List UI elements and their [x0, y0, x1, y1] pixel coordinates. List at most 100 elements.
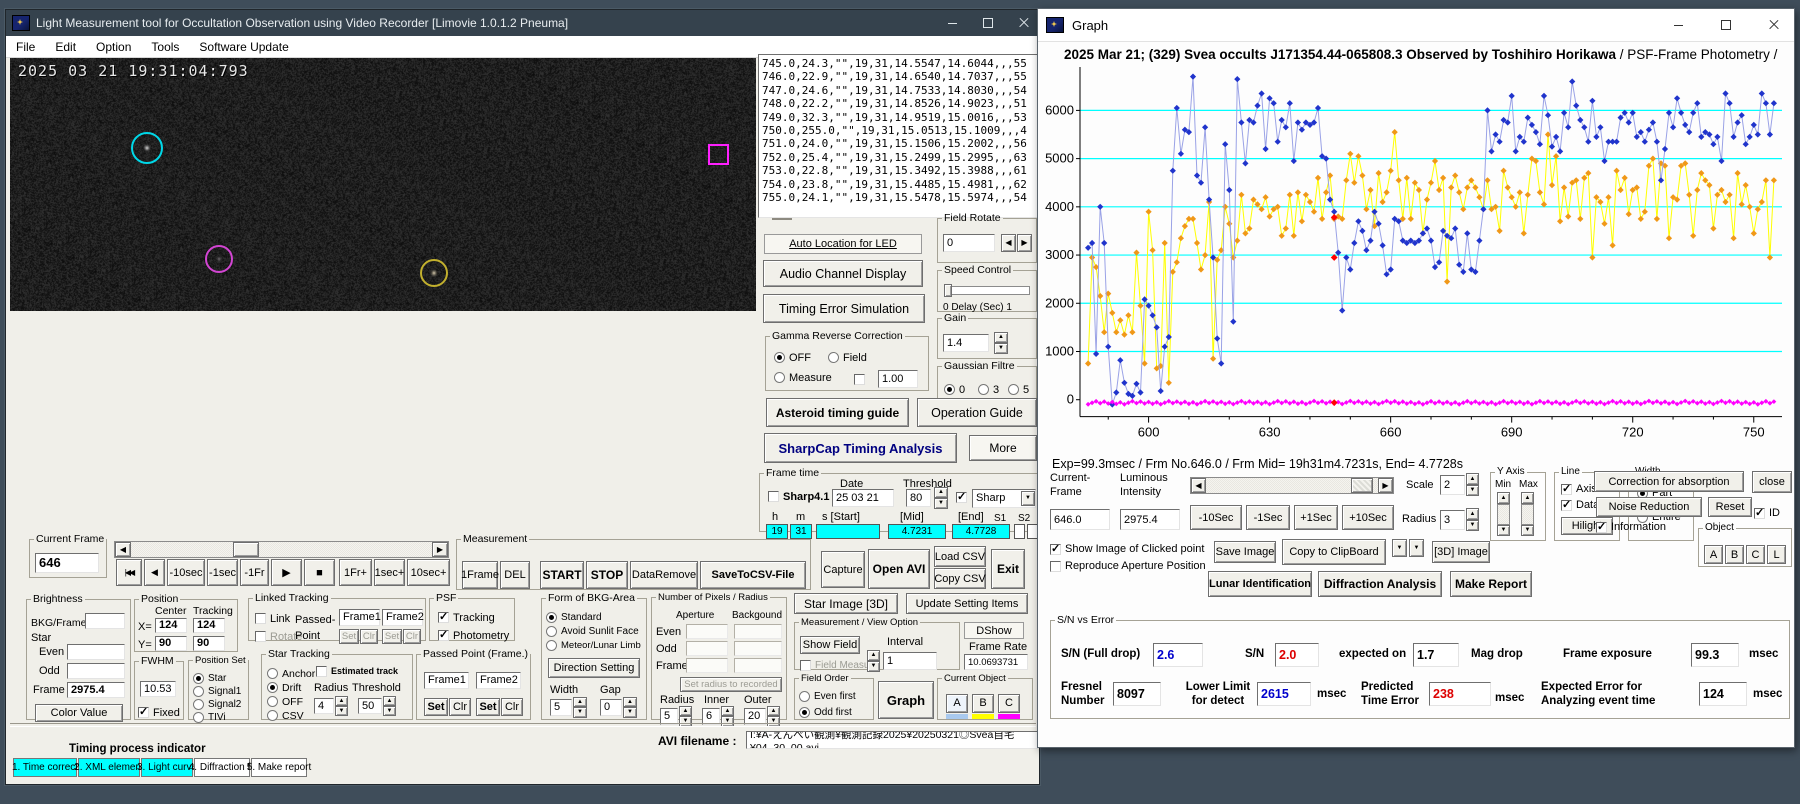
- even-first-radio[interactable]: Even first: [799, 691, 856, 702]
- direction-setting-button[interactable]: Direction Setting: [548, 658, 640, 678]
- id-checkbox[interactable]: ID: [1754, 507, 1780, 519]
- current-frame-field[interactable]: 646: [35, 553, 99, 573]
- list-row[interactable]: 753.0,22.8,"",19,31,15.3492,15.3988,,,61: [762, 164, 1040, 177]
- one-frame-button[interactable]: 1Frame: [462, 561, 498, 589]
- line-axis-checkbox[interactable]: Axis: [1561, 483, 1597, 495]
- auto-location-led-button[interactable]: Auto Location for LED: [764, 234, 922, 254]
- lunar-identification-button[interactable]: Lunar Identification: [1208, 571, 1312, 597]
- posset-star-radio[interactable]: Star: [193, 673, 226, 684]
- object-c-button[interactable]: C: [998, 694, 1020, 713]
- date-field[interactable]: 25 03 21: [832, 489, 894, 507]
- plus-10sec-graph-button[interactable]: +10Sec: [1342, 505, 1394, 530]
- sharp-enable-checkbox[interactable]: [956, 492, 967, 503]
- update-setting-items-button[interactable]: Update Setting Items: [906, 593, 1028, 614]
- y-tracking-field[interactable]: 90: [193, 636, 225, 651]
- make-report-button[interactable]: Make Report: [1450, 571, 1532, 597]
- copy-to-clipboard-button[interactable]: Copy to ClipBoard: [1282, 539, 1386, 565]
- tracking-threshold-field[interactable]: 50: [358, 698, 382, 714]
- linked-clr1-button[interactable]: Clr: [360, 629, 378, 644]
- close-button[interactable]: [1009, 14, 1039, 32]
- plus-1sec-button[interactable]: 1sec+: [374, 559, 405, 586]
- graph-scrollbar-left-icon[interactable]: [1191, 478, 1206, 493]
- bkg-gap-spinner[interactable]: [623, 697, 637, 718]
- information-checkbox[interactable]: Information: [1596, 521, 1666, 533]
- correction-absorption-button[interactable]: Correction for absorption: [1594, 471, 1744, 492]
- aperture-ring-a[interactable]: [131, 132, 163, 164]
- frame-scrollbar[interactable]: [114, 541, 449, 558]
- linked-set2-button[interactable]: Set: [382, 629, 402, 644]
- menu-tools[interactable]: Tools: [141, 38, 189, 56]
- gamma-measure-radio[interactable]: Measure: [774, 372, 832, 384]
- list-row[interactable]: 755.0,24.1,"",19,31,15.5478,15.5974,,,54: [762, 191, 1040, 204]
- speed-slider-track[interactable]: [944, 286, 1030, 295]
- del-button[interactable]: DEL: [500, 561, 530, 589]
- psf-tracking-checkbox[interactable]: Tracking: [438, 612, 495, 624]
- end-seconds-field[interactable]: 4.7728: [952, 524, 1010, 539]
- off-radio[interactable]: OFF: [267, 696, 303, 708]
- menu-file[interactable]: File: [6, 38, 45, 56]
- plus-1sec-graph-button[interactable]: +1Sec: [1294, 505, 1338, 530]
- list-row[interactable]: 749.0,32.3,"",19,31,14.9519,15.0016,,,53: [762, 111, 1040, 124]
- close-graph-button[interactable]: close: [1752, 471, 1792, 493]
- limovie-titlebar[interactable]: Light Measurement tool for Occultation O…: [6, 10, 1039, 36]
- odd-first-radio[interactable]: Odd first: [799, 707, 852, 718]
- start-button[interactable]: START: [540, 561, 584, 589]
- radius-graph-spinner[interactable]: [1466, 508, 1479, 531]
- csv-radio[interactable]: CSV: [267, 710, 304, 722]
- frame-exposure-field[interactable]: 99.3: [1691, 643, 1739, 667]
- frame-rate-field[interactable]: 10.0693731: [964, 654, 1028, 670]
- object-b-button[interactable]: B: [972, 694, 994, 713]
- scale-spinner[interactable]: [1466, 473, 1479, 496]
- y-axis-min-scrollbar[interactable]: [1497, 492, 1510, 536]
- linked-frame2-field[interactable]: Frame2: [382, 609, 423, 626]
- anchor-radio[interactable]: Anchor: [267, 668, 315, 680]
- graph-button[interactable]: Graph: [878, 681, 934, 719]
- star-image-3d-button[interactable]: Star Image [3D]: [794, 593, 898, 614]
- bkg-frame-field[interactable]: [85, 613, 125, 629]
- full-drop-field[interactable]: 2.6: [1153, 643, 1203, 667]
- x-tracking-field[interactable]: 124: [193, 618, 225, 633]
- gaussian-3-radio[interactable]: 3: [978, 384, 999, 396]
- image-3d-button[interactable]: [3D] Image: [1432, 541, 1490, 563]
- data-remove-button[interactable]: DataRemove: [630, 561, 698, 589]
- diffraction-analysis-button[interactable]: Diffraction Analysis: [1318, 571, 1442, 597]
- passed-clr2-button[interactable]: Clr: [501, 698, 523, 716]
- menu-edit[interactable]: Edit: [45, 38, 86, 56]
- x-center-field[interactable]: 124: [155, 618, 187, 633]
- object-c-graph-button[interactable]: C: [1746, 545, 1765, 564]
- list-row[interactable]: 750.0,255.0,"",19,31,15.0513,15.1009,,,4: [762, 124, 1040, 137]
- tracking-square[interactable]: [708, 144, 729, 165]
- graph-scrollbar-right-icon[interactable]: [1378, 478, 1393, 493]
- expected-error-field[interactable]: 124: [1699, 682, 1747, 706]
- field-rotate-right-button[interactable]: [1017, 234, 1032, 252]
- estimated-track-checkbox[interactable]: Estimated track: [316, 666, 398, 677]
- mid-seconds-field[interactable]: 4.7231: [888, 524, 946, 539]
- splitter-handle[interactable]: [772, 218, 792, 220]
- aperture-ring-b[interactable]: [420, 259, 448, 287]
- play-button[interactable]: ▶: [271, 559, 302, 586]
- exit-button[interactable]: Exit: [991, 549, 1025, 589]
- graph-maximize-button[interactable]: [1706, 13, 1746, 37]
- tracking-radius-field[interactable]: 4: [314, 698, 334, 714]
- lower-limit-field[interactable]: 2615: [1257, 682, 1311, 706]
- scale-field[interactable]: 2: [1440, 475, 1465, 495]
- menu-software-update[interactable]: Software Update: [189, 38, 298, 56]
- expected-field[interactable]: 1.7: [1413, 643, 1459, 667]
- frame-background-field[interactable]: [734, 658, 782, 673]
- start-seconds-field[interactable]: [816, 524, 880, 539]
- list-row[interactable]: 748.0,22.2,"",19,31,14.8526,14.9023,,,51: [762, 97, 1040, 110]
- gw-current-frame-field[interactable]: 646.0: [1050, 509, 1110, 530]
- linked-frame1-field[interactable]: Frame1: [339, 609, 380, 626]
- gamma-off-radio[interactable]: OFF: [774, 352, 811, 364]
- skip-start-button[interactable]: |◀◀: [116, 559, 142, 586]
- frame-aperture-field[interactable]: [686, 658, 728, 673]
- plus-1frame-button[interactable]: 1Fr+: [339, 559, 372, 586]
- bkg-avoid-radio[interactable]: Avoid Sunlit Face: [546, 626, 639, 637]
- more-button[interactable]: More: [969, 435, 1037, 461]
- capture-button[interactable]: Capture: [821, 551, 865, 588]
- sharpcap-timing-analysis-button[interactable]: SharpCap Timing Analysis: [764, 433, 957, 463]
- minus-10sec-button[interactable]: -10sec: [167, 559, 205, 586]
- graph-minimize-button[interactable]: [1658, 13, 1698, 37]
- radius-graph-field[interactable]: 3: [1440, 510, 1465, 530]
- copy-csv-button[interactable]: Copy CSV: [934, 568, 986, 589]
